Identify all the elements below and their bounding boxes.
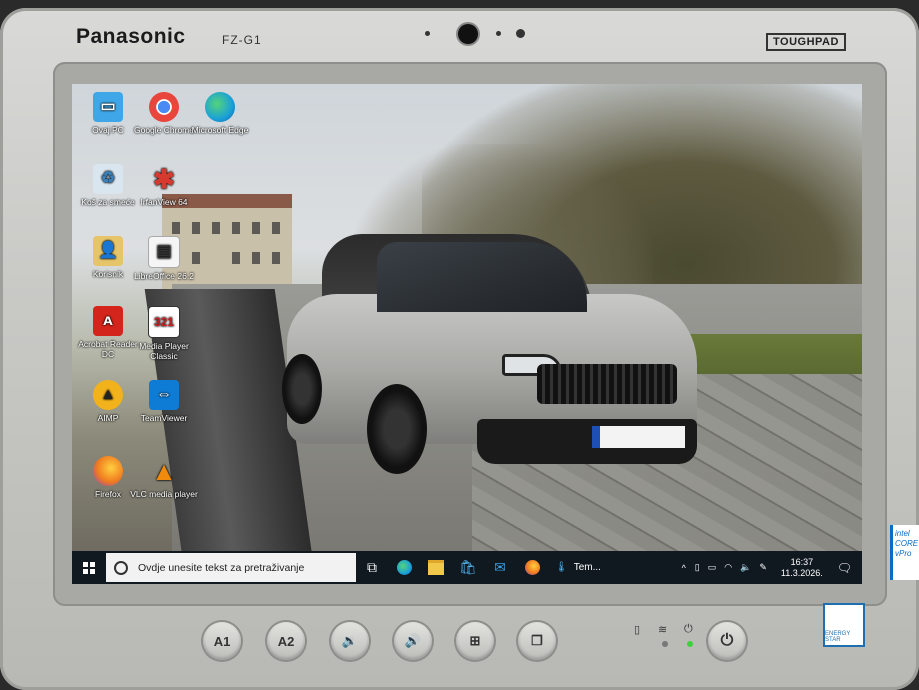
camera-indicator — [496, 31, 501, 36]
hw-button-rotate[interactable]: ❐ — [518, 622, 556, 660]
intel-sticker: intel CORE vPro — [890, 525, 919, 580]
firefox-icon — [93, 456, 123, 486]
hw-button-volume-down[interactable]: 🔉 — [331, 622, 369, 660]
date: 11.3.2026. — [780, 567, 823, 578]
pen-icon[interactable]: ✎ — [759, 562, 767, 573]
media-player-icon: 321 — [148, 306, 180, 338]
device-icon[interactable]: ▯ — [695, 562, 700, 573]
teamviewer-icon: ⇔ — [149, 380, 179, 410]
front-sensor — [516, 29, 525, 38]
start-button[interactable] — [72, 551, 106, 584]
windows-icon — [83, 561, 95, 574]
acrobat-icon: ᴀ — [93, 306, 123, 336]
edge-icon — [205, 92, 235, 122]
light-sensor — [425, 31, 430, 36]
desktop-icon-edge[interactable]: Microsoft Edge — [186, 92, 254, 135]
libreoffice-icon: ▤ — [148, 236, 180, 268]
task-view-icon[interactable]: ⧉ — [356, 551, 388, 584]
time: 16:37 — [790, 556, 814, 567]
toughpad-badge: TOUGHPAD — [766, 33, 846, 51]
storage-status-icon: ≋ — [658, 624, 668, 636]
hw-button-windows[interactable]: ⊞ — [456, 622, 494, 660]
search-placeholder: Ovdje unesite tekst za pretraživanje — [138, 561, 305, 574]
power-button[interactable]: ⏻ — [708, 622, 746, 660]
desktop-icon-irfanview[interactable]: ✱ IrfanView 64 — [130, 164, 198, 207]
desktop-icon-teamviewer[interactable]: ⇔ TeamViewer — [130, 380, 198, 423]
power-led — [687, 641, 693, 647]
user-folder-icon: 👤 — [93, 236, 123, 266]
mail-icon[interactable]: ✉ — [484, 551, 516, 584]
camera-lens — [458, 24, 478, 44]
notification-icon[interactable]: 🗨 — [837, 561, 852, 575]
battery-status-icon: ▯ — [634, 624, 641, 636]
taskbar-edge-icon[interactable] — [388, 551, 420, 584]
thermometer-icon: 🌡 — [555, 562, 568, 573]
aimp-icon: ▲ — [93, 380, 123, 410]
hw-button-volume-up[interactable]: 🔊 — [394, 622, 432, 660]
volume-icon[interactable]: 🔈 — [740, 562, 751, 573]
search-box[interactable]: Ovdje unesite tekst za pretraživanje — [106, 553, 356, 582]
desktop-icon-media-player[interactable]: 321 Media Player Classic — [130, 306, 198, 361]
hw-button-a1[interactable]: A1 — [203, 622, 241, 660]
wallpaper-car — [277, 234, 707, 494]
vlc-icon: ▲ — [151, 456, 177, 486]
store-icon[interactable]: 🛍 — [452, 551, 484, 584]
computer-icon: ▭ — [93, 92, 123, 122]
desktop-icon-libreoffice[interactable]: ▤ LibreOffice 26.2 — [130, 236, 198, 281]
taskbar-firefox-icon[interactable] — [516, 551, 548, 584]
model-label: FZ-G1 — [222, 33, 262, 47]
hw-button-a2[interactable]: A2 — [267, 622, 305, 660]
storage-led — [662, 641, 668, 647]
screen: ▭ Ovaj PC Google Chrome Microsoft Edge ♻… — [72, 84, 862, 584]
chevron-up-icon[interactable]: ^ — [682, 563, 686, 573]
power-status-icon: ⏻ — [684, 623, 693, 635]
recycle-bin-icon: ♻ — [93, 164, 123, 194]
wifi-icon[interactable]: ◠ — [724, 562, 732, 573]
battery-icon[interactable]: ▭ — [708, 562, 717, 573]
weather-widget[interactable]: 🌡 Tem... — [548, 551, 608, 584]
taskbar: Ovdje unesite tekst za pretraživanje ⧉ 🛍… — [72, 551, 862, 584]
desktop-icon-vlc[interactable]: ▲ VLC media player — [130, 456, 198, 499]
system-tray: ^ ▯ ▭ ◠ 🔈 ✎ 16:37 11.3.2026. 🗨 — [677, 551, 862, 584]
search-icon — [114, 560, 128, 575]
clock[interactable]: 16:37 11.3.2026. — [781, 557, 823, 579]
irfanview-icon: ✱ — [153, 164, 175, 194]
chrome-icon — [149, 92, 179, 122]
file-explorer-icon[interactable] — [420, 551, 452, 584]
energy-star-label: ENERGY STAR — [823, 603, 865, 647]
brand-logo: Panasonic — [76, 25, 186, 48]
